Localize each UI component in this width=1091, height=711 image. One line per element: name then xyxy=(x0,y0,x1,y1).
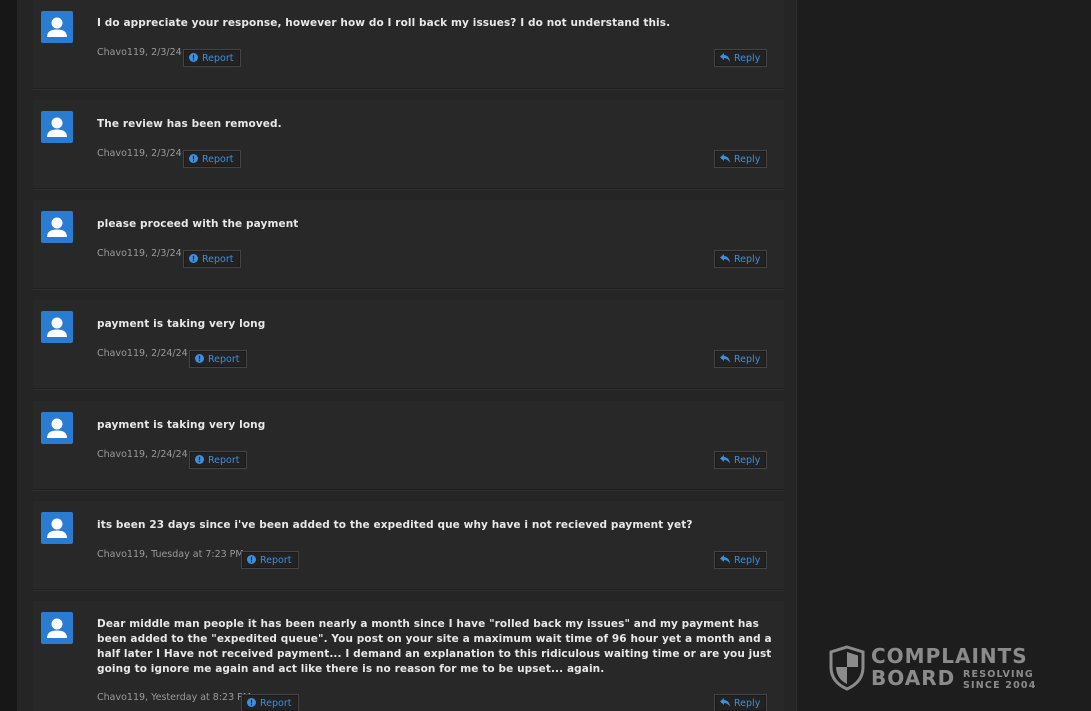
avatar[interactable] xyxy=(41,211,73,243)
reply-button[interactable]: Reply xyxy=(714,250,767,268)
comment-meta: Chavo119, 2/3/24 xyxy=(97,148,182,159)
user-silhouette-icon xyxy=(47,17,67,37)
avatar[interactable] xyxy=(41,111,73,143)
user-silhouette-icon xyxy=(47,518,67,538)
comment-item: Dear middle man people it has been nearl… xyxy=(33,601,784,711)
report-button[interactable]: Report xyxy=(189,350,247,368)
reply-label: Reply xyxy=(734,455,761,466)
comment-text: please proceed with the payment xyxy=(97,218,299,230)
reply-button[interactable]: Reply xyxy=(714,150,767,168)
comment-item: I do appreciate your response, however h… xyxy=(33,0,784,89)
user-silhouette-icon xyxy=(47,418,67,438)
report-label: Report xyxy=(260,698,292,709)
report-button[interactable]: Report xyxy=(189,451,247,469)
exclamation-circle-icon xyxy=(195,455,204,464)
comment-panel: I do appreciate your response, however h… xyxy=(17,0,797,711)
reply-arrow-icon xyxy=(720,555,730,564)
comment-meta: Chavo119, Tuesday at 7:23 PM xyxy=(97,549,244,560)
reply-label: Reply xyxy=(734,154,761,165)
comment-meta: Chavo119, 2/3/24 xyxy=(97,248,182,259)
report-button[interactable]: Report xyxy=(183,250,241,268)
reply-button[interactable]: Reply xyxy=(714,694,767,711)
exclamation-circle-icon xyxy=(247,698,256,707)
reply-button[interactable]: Reply xyxy=(714,350,767,368)
comment-meta: Chavo119, 2/24/24 xyxy=(97,449,188,460)
user-silhouette-icon xyxy=(47,317,67,337)
comment-item: The review has been removed. Chavo119, 2… xyxy=(33,100,784,189)
left-gutter xyxy=(0,0,17,711)
user-silhouette-icon xyxy=(47,117,67,137)
comment-meta: Chavo119, Yesterday at 8:23 PM xyxy=(97,692,252,703)
report-label: Report xyxy=(202,254,234,265)
avatar[interactable] xyxy=(41,612,73,644)
comment-text: Dear middle man people it has been nearl… xyxy=(97,618,772,675)
user-silhouette-icon xyxy=(47,217,67,237)
report-label: Report xyxy=(260,555,292,566)
comment-text: I do appreciate your response, however h… xyxy=(97,17,671,29)
report-label: Report xyxy=(208,455,240,466)
exclamation-circle-icon xyxy=(189,154,198,163)
report-label: Report xyxy=(208,354,240,365)
reply-button[interactable]: Reply xyxy=(714,49,767,67)
comment-text: its been 23 days since i've been added t… xyxy=(97,519,693,531)
exclamation-circle-icon xyxy=(189,53,198,62)
report-button[interactable]: Report xyxy=(241,551,299,569)
avatar[interactable] xyxy=(41,512,73,544)
exclamation-circle-icon xyxy=(195,354,204,363)
reply-label: Reply xyxy=(734,354,761,365)
comment-item: payment is taking very long Chavo119, 2/… xyxy=(33,300,784,389)
comment-item: its been 23 days since i've been added t… xyxy=(33,501,784,590)
comment-text: payment is taking very long xyxy=(97,419,266,431)
exclamation-circle-icon xyxy=(189,254,198,263)
reply-arrow-icon xyxy=(720,455,730,464)
report-label: Report xyxy=(202,53,234,64)
avatar[interactable] xyxy=(41,11,73,43)
reply-button[interactable]: Reply xyxy=(714,451,767,469)
report-button[interactable]: Report xyxy=(241,694,299,711)
user-silhouette-icon xyxy=(47,618,67,638)
reply-button[interactable]: Reply xyxy=(714,551,767,569)
reply-arrow-icon xyxy=(720,53,730,62)
avatar[interactable] xyxy=(41,311,73,343)
comment-meta: Chavo119, 2/24/24 xyxy=(97,348,188,359)
logo-tagline-since: SINCE 2004 xyxy=(963,680,1037,691)
exclamation-circle-icon xyxy=(247,555,256,564)
reply-label: Reply xyxy=(734,53,761,64)
reply-label: Reply xyxy=(734,698,761,709)
comment-text: payment is taking very long xyxy=(97,318,266,330)
comment-text: The review has been removed. xyxy=(97,118,282,130)
complaints-board-watermark: COMPLAINTS BOARD RESOLVING SINCE 2004 xyxy=(829,645,1044,693)
comment-item: please proceed with the payment Chavo119… xyxy=(33,200,784,289)
report-label: Report xyxy=(202,154,234,165)
page: I do appreciate your response, however h… xyxy=(0,0,1091,711)
reply-arrow-icon xyxy=(720,354,730,363)
logo-word-board: BOARD xyxy=(871,666,956,690)
reply-label: Reply xyxy=(734,555,761,566)
comment-meta: Chavo119, 2/3/24 xyxy=(97,47,182,58)
logo-word-complaints: COMPLAINTS xyxy=(871,644,1028,668)
reply-label: Reply xyxy=(734,254,761,265)
logo-tagline-resolving: RESOLVING xyxy=(963,669,1034,680)
report-button[interactable]: Report xyxy=(183,49,241,67)
avatar[interactable] xyxy=(41,412,73,444)
reply-arrow-icon xyxy=(720,154,730,163)
comment-item: payment is taking very long Chavo119, 2/… xyxy=(33,401,784,490)
report-button[interactable]: Report xyxy=(183,150,241,168)
reply-arrow-icon xyxy=(720,254,730,263)
reply-arrow-icon xyxy=(720,698,730,707)
shield-icon xyxy=(829,645,865,691)
